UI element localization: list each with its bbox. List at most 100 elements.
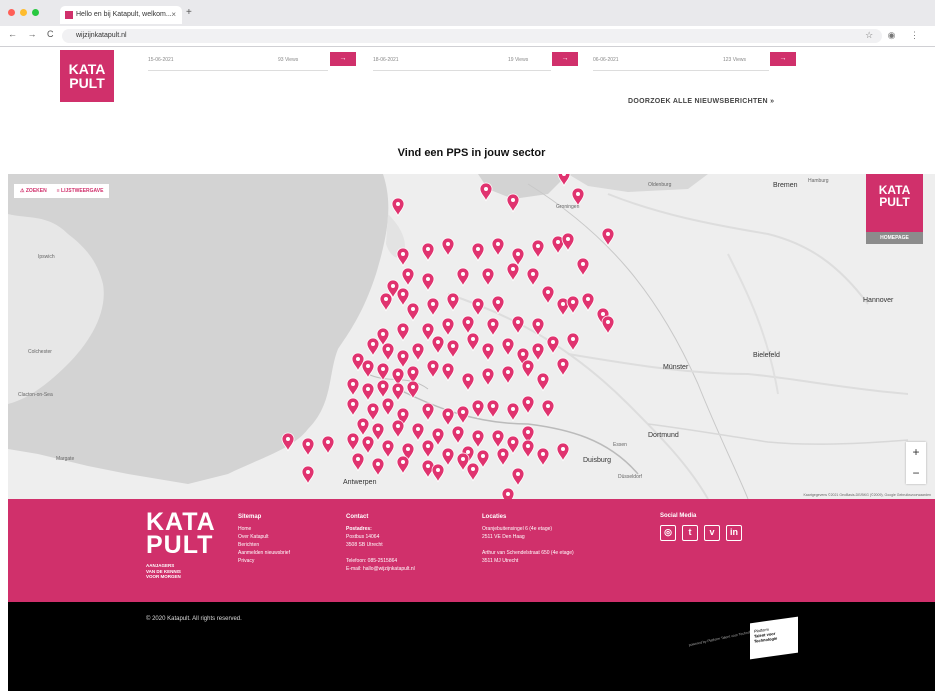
map-pin-icon[interactable]: [466, 462, 480, 482]
map-pin-icon[interactable]: [371, 457, 385, 477]
map-pin-icon[interactable]: [301, 465, 315, 485]
map-pin-icon[interactable]: [376, 379, 390, 399]
map-pin-icon[interactable]: [531, 317, 545, 337]
map-pin-icon[interactable]: [531, 239, 545, 259]
map-pin-icon[interactable]: [446, 339, 460, 359]
map-pin-icon[interactable]: [346, 377, 360, 397]
news-read-button[interactable]: →: [330, 52, 356, 66]
map-pin-icon[interactable]: [511, 315, 525, 335]
map-pin-icon[interactable]: [396, 349, 410, 369]
map-pin-icon[interactable]: [461, 315, 475, 335]
map-pin-icon[interactable]: [541, 285, 555, 305]
map-pin-icon[interactable]: [346, 397, 360, 417]
map-pin-icon[interactable]: [346, 432, 360, 452]
map-pin-icon[interactable]: [351, 452, 365, 472]
map-pin-icon[interactable]: [456, 267, 470, 287]
map-pin-icon[interactable]: [421, 439, 435, 459]
map-pin-icon[interactable]: [531, 342, 545, 362]
instagram-icon[interactable]: ◎: [660, 525, 676, 541]
map-pin-icon[interactable]: [391, 419, 405, 439]
news-read-button[interactable]: →: [770, 52, 796, 66]
map-pin-icon[interactable]: [321, 435, 335, 455]
map-pin-icon[interactable]: [521, 359, 535, 379]
map-pin-icon[interactable]: [391, 382, 405, 402]
map-pin-icon[interactable]: [411, 422, 425, 442]
map-pin-icon[interactable]: [486, 399, 500, 419]
map-attribution[interactable]: Kaartgegevens ©2021 GeoBasis-DE/BKG (©20…: [803, 493, 931, 497]
close-window-icon[interactable]: [8, 9, 15, 16]
map-pin-icon[interactable]: [479, 182, 493, 202]
map-pin-icon[interactable]: [556, 442, 570, 462]
map-pin-icon[interactable]: [456, 405, 470, 425]
linkedin-icon[interactable]: in: [726, 525, 742, 541]
map-pin-icon[interactable]: [356, 417, 370, 437]
map-pin-icon[interactable]: [506, 402, 520, 422]
map-pin-icon[interactable]: [361, 382, 375, 402]
map-pin-icon[interactable]: [486, 317, 500, 337]
map-pin-icon[interactable]: [376, 362, 390, 382]
map-pin-icon[interactable]: [446, 292, 460, 312]
map-pin-icon[interactable]: [366, 337, 380, 357]
map-pin-icon[interactable]: [536, 372, 550, 392]
map-pin-icon[interactable]: [521, 395, 535, 415]
contact-phone[interactable]: Telefoon: 085-2515864: [346, 557, 415, 565]
toolbar-icons[interactable]: ☆ ◉ ⋮: [865, 30, 925, 41]
sitemap-link-home[interactable]: Home: [238, 525, 290, 533]
sitemap-link-berichten[interactable]: Berichten: [238, 541, 290, 549]
pin-layer[interactable]: [8, 174, 935, 499]
news-read-button[interactable]: →: [552, 52, 578, 66]
sitemap-link-nieuwsbrief[interactable]: Aanmelden nieuwsbrief: [238, 549, 290, 557]
tab-close-icon[interactable]: ×: [171, 6, 176, 24]
map-pin-icon[interactable]: [476, 449, 490, 469]
map-pin-icon[interactable]: [381, 342, 395, 362]
maximize-window-icon[interactable]: [32, 9, 39, 16]
map-pin-icon[interactable]: [471, 429, 485, 449]
zoom-in-button[interactable]: +: [906, 442, 926, 463]
map-pin-icon[interactable]: [506, 262, 520, 282]
map-pin-icon[interactable]: [381, 397, 395, 417]
footer-logo[interactable]: KATA PULT: [146, 510, 216, 558]
map-pin-icon[interactable]: [361, 435, 375, 455]
map-pin-icon[interactable]: [401, 267, 415, 287]
map-pin-icon[interactable]: [421, 402, 435, 422]
pps-map[interactable]: ⚠ ZOEKEN ≡ LIJSTWEERGAVE Bremen Hamburg …: [8, 174, 935, 499]
all-news-link[interactable]: DOORZOEK ALLE NIEUWSBERICHTEN »: [628, 98, 774, 105]
map-pin-icon[interactable]: [411, 342, 425, 362]
map-pin-icon[interactable]: [371, 422, 385, 442]
map-pin-icon[interactable]: [556, 357, 570, 377]
map-logo-homepage-link[interactable]: KATA PULT HOMEPAGE: [866, 174, 923, 244]
map-pin-icon[interactable]: [546, 335, 560, 355]
map-pin-icon[interactable]: [426, 359, 440, 379]
map-pin-icon[interactable]: [451, 425, 465, 445]
map-pin-icon[interactable]: [526, 267, 540, 287]
zoom-out-button[interactable]: −: [906, 463, 926, 484]
map-pin-icon[interactable]: [466, 332, 480, 352]
map-pin-icon[interactable]: [481, 367, 495, 387]
map-pin-icon[interactable]: [406, 380, 420, 400]
filter-button[interactable]: ⚠ ZOEKEN: [20, 188, 47, 194]
map-pin-icon[interactable]: [396, 455, 410, 475]
map-pin-icon[interactable]: [379, 292, 393, 312]
map-pin-icon[interactable]: [366, 402, 380, 422]
map-pin-icon[interactable]: [396, 287, 410, 307]
map-pin-icon[interactable]: [421, 242, 435, 262]
map-pin-icon[interactable]: [441, 237, 455, 257]
map-pin-icon[interactable]: [541, 399, 555, 419]
platform-badge-logo[interactable]: Platform Talent voor Technologie: [750, 616, 798, 660]
map-pin-icon[interactable]: [361, 359, 375, 379]
map-pin-icon[interactable]: [501, 487, 515, 499]
new-tab-button[interactable]: +: [186, 7, 192, 18]
map-pin-icon[interactable]: [396, 247, 410, 267]
map-pin-icon[interactable]: [601, 315, 615, 335]
map-pin-icon[interactable]: [566, 295, 580, 315]
list-view-button[interactable]: ≡ LIJSTWEERGAVE: [57, 188, 104, 194]
map-pin-icon[interactable]: [381, 439, 395, 459]
map-pin-icon[interactable]: [421, 272, 435, 292]
map-pin-icon[interactable]: [441, 317, 455, 337]
map-pin-icon[interactable]: [557, 174, 571, 187]
browser-tab[interactable]: Hello en bij Katapult, welkom... ×: [60, 6, 182, 24]
map-pin-icon[interactable]: [601, 227, 615, 247]
map-pin-icon[interactable]: [406, 302, 420, 322]
map-pin-icon[interactable]: [441, 362, 455, 382]
map-pin-icon[interactable]: [421, 322, 435, 342]
